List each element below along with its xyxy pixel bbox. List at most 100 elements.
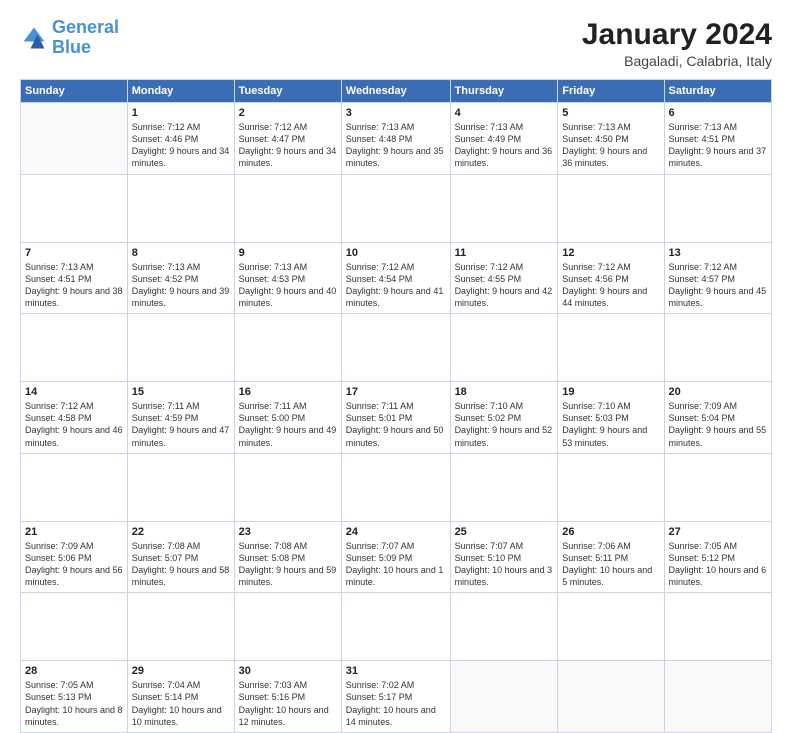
- day-info: Sunrise: 7:13 AM Sunset: 4:52 PM Dayligh…: [132, 261, 230, 310]
- day-info: Sunrise: 7:05 AM Sunset: 5:12 PM Dayligh…: [669, 540, 767, 589]
- calendar-cell: 6 Sunrise: 7:13 AM Sunset: 4:51 PM Daylig…: [664, 103, 771, 175]
- weekday-header-thursday: Thursday: [450, 80, 558, 103]
- day-number: 6: [669, 107, 767, 119]
- day-info: Sunrise: 7:13 AM Sunset: 4:48 PM Dayligh…: [346, 121, 446, 170]
- calendar-cell: 21 Sunrise: 7:09 AM Sunset: 5:06 PM Dayli…: [21, 521, 128, 593]
- calendar-cell: 16Sunrise: 7:11 AM Sunset: 5:00 PM Dayli…: [234, 382, 341, 454]
- calendar-cell: 13 Sunrise: 7:12 AM Sunset: 4:57 PM Dayli…: [664, 242, 771, 314]
- calendar-cell: 15 Sunrise: 7:11 AM Sunset: 4:59 PM Dayli…: [127, 382, 234, 454]
- day-number: 27: [669, 526, 767, 538]
- logo-icon: [20, 24, 48, 52]
- calendar-cell: 2 Sunrise: 7:12 AM Sunset: 4:47 PM Daylig…: [234, 103, 341, 175]
- day-info: Sunrise: 7:07 AM Sunset: 5:10 PM Dayligh…: [455, 540, 554, 589]
- day-number: 19: [562, 386, 659, 398]
- calendar-cell: 31 Sunrise: 7:02 AM Sunset: 5:17 PM Dayli…: [341, 661, 450, 733]
- title-block: January 2024 Bagaladi, Calabria, Italy: [582, 18, 772, 69]
- calendar-cell: 11 Sunrise: 7:12 AM Sunset: 4:55 PM Dayli…: [450, 242, 558, 314]
- day-info: Sunrise: 7:08 AM Sunset: 5:07 PM Dayligh…: [132, 540, 230, 589]
- logo-line1: General: [52, 17, 119, 37]
- day-number: 26: [562, 526, 659, 538]
- day-info: Sunrise: 7:08 AM Sunset: 5:08 PM Dayligh…: [239, 540, 337, 589]
- calendar-cell: 20 Sunrise: 7:09 AM Sunset: 5:04 PM Dayli…: [664, 382, 771, 454]
- logo-line2: Blue: [52, 37, 91, 57]
- calendar-cell: 29 Sunrise: 7:04 AM Sunset: 5:14 PM Dayli…: [127, 661, 234, 733]
- day-number: 17: [346, 386, 446, 398]
- day-number: 18: [455, 386, 554, 398]
- calendar-cell: 9 Sunrise: 7:13 AM Sunset: 4:53 PM Daylig…: [234, 242, 341, 314]
- day-number: 31: [346, 665, 446, 677]
- day-info: Sunrise: 7:06 AM Sunset: 5:11 PM Dayligh…: [562, 540, 659, 589]
- calendar-cell: 30 Sunrise: 7:03 AM Sunset: 5:16 PM Dayli…: [234, 661, 341, 733]
- day-number: 8: [132, 247, 230, 259]
- day-number: 13: [669, 247, 767, 259]
- logo: General Blue: [20, 18, 119, 58]
- day-info: Sunrise: 7:09 AM Sunset: 5:06 PM Dayligh…: [25, 540, 123, 589]
- day-info: Sunrise: 7:02 AM Sunset: 5:17 PM Dayligh…: [346, 679, 446, 728]
- calendar-cell: 27 Sunrise: 7:05 AM Sunset: 5:12 PM Dayli…: [664, 521, 771, 593]
- calendar-cell: 1 Sunrise: 7:12 AM Sunset: 4:46 PM Daylig…: [127, 103, 234, 175]
- day-info: Sunrise: 7:04 AM Sunset: 5:14 PM Dayligh…: [132, 679, 230, 728]
- day-number: 22: [132, 526, 230, 538]
- day-info: Sunrise: 7:03 AM Sunset: 5:16 PM Dayligh…: [239, 679, 337, 728]
- subtitle: Bagaladi, Calabria, Italy: [582, 53, 772, 69]
- day-number: 4: [455, 107, 554, 119]
- day-number: 21: [25, 526, 123, 538]
- calendar-cell: 23 Sunrise: 7:08 AM Sunset: 5:08 PM Dayli…: [234, 521, 341, 593]
- day-info: Sunrise: 7:12 AM Sunset: 4:46 PM Dayligh…: [132, 121, 230, 170]
- day-info: Sunrise: 7:10 AM Sunset: 5:02 PM Dayligh…: [455, 400, 554, 449]
- day-number: 15: [132, 386, 230, 398]
- day-number: 29: [132, 665, 230, 677]
- header: General Blue January 2024 Bagaladi, Cala…: [20, 18, 772, 69]
- calendar-cell: 5Sunrise: 7:13 AM Sunset: 4:50 PM Daylig…: [558, 103, 664, 175]
- calendar-cell: 10 Sunrise: 7:12 AM Sunset: 4:54 PM Dayli…: [341, 242, 450, 314]
- day-info: Sunrise: 7:13 AM Sunset: 4:53 PM Dayligh…: [239, 261, 337, 310]
- day-number: 7: [25, 247, 123, 259]
- day-info: Sunrise: 7:11 AM Sunset: 5:00 PM Dayligh…: [239, 400, 337, 449]
- day-number: 2: [239, 107, 337, 119]
- day-info: Sunrise: 7:11 AM Sunset: 4:59 PM Dayligh…: [132, 400, 230, 449]
- day-info: Sunrise: 7:12 AM Sunset: 4:54 PM Dayligh…: [346, 261, 446, 310]
- day-number: 9: [239, 247, 337, 259]
- day-info: Sunrise: 7:09 AM Sunset: 5:04 PM Dayligh…: [669, 400, 767, 449]
- calendar-table: SundayMondayTuesdayWednesdayThursdayFrid…: [20, 79, 772, 733]
- calendar-cell: 14 Sunrise: 7:12 AM Sunset: 4:58 PM Dayli…: [21, 382, 128, 454]
- calendar-cell: 4Sunrise: 7:13 AM Sunset: 4:49 PM Daylig…: [450, 103, 558, 175]
- day-number: 30: [239, 665, 337, 677]
- calendar-cell: [558, 661, 664, 733]
- day-info: Sunrise: 7:11 AM Sunset: 5:01 PM Dayligh…: [346, 400, 446, 449]
- calendar-cell: 17 Sunrise: 7:11 AM Sunset: 5:01 PM Dayli…: [341, 382, 450, 454]
- day-info: Sunrise: 7:07 AM Sunset: 5:09 PM Dayligh…: [346, 540, 446, 589]
- weekday-header-friday: Friday: [558, 80, 664, 103]
- day-number: 3: [346, 107, 446, 119]
- calendar-cell: 12 Sunrise: 7:12 AM Sunset: 4:56 PM Dayli…: [558, 242, 664, 314]
- page: General Blue January 2024 Bagaladi, Cala…: [0, 0, 792, 612]
- weekday-header-sunday: Sunday: [21, 80, 128, 103]
- calendar-cell: 3 Sunrise: 7:13 AM Sunset: 4:48 PM Daylig…: [341, 103, 450, 175]
- day-info: Sunrise: 7:10 AM Sunset: 5:03 PM Dayligh…: [562, 400, 659, 449]
- day-number: 23: [239, 526, 337, 538]
- day-number: 14: [25, 386, 123, 398]
- day-info: Sunrise: 7:12 AM Sunset: 4:58 PM Dayligh…: [25, 400, 123, 449]
- day-number: 20: [669, 386, 767, 398]
- day-info: Sunrise: 7:12 AM Sunset: 4:47 PM Dayligh…: [239, 121, 337, 170]
- day-number: 1: [132, 107, 230, 119]
- day-info: Sunrise: 7:13 AM Sunset: 4:51 PM Dayligh…: [669, 121, 767, 170]
- day-number: 25: [455, 526, 554, 538]
- calendar-cell: 28 Sunrise: 7:05 AM Sunset: 5:13 PM Dayli…: [21, 661, 128, 733]
- day-info: Sunrise: 7:12 AM Sunset: 4:56 PM Dayligh…: [562, 261, 659, 310]
- main-title: January 2024: [582, 18, 772, 51]
- day-number: 10: [346, 247, 446, 259]
- day-number: 28: [25, 665, 123, 677]
- day-number: 11: [455, 247, 554, 259]
- calendar-cell: [450, 661, 558, 733]
- day-number: 24: [346, 526, 446, 538]
- weekday-header-tuesday: Tuesday: [234, 80, 341, 103]
- weekday-header-saturday: Saturday: [664, 80, 771, 103]
- day-info: Sunrise: 7:05 AM Sunset: 5:13 PM Dayligh…: [25, 679, 123, 728]
- calendar-cell: 25 Sunrise: 7:07 AM Sunset: 5:10 PM Dayli…: [450, 521, 558, 593]
- day-number: 12: [562, 247, 659, 259]
- day-info: Sunrise: 7:12 AM Sunset: 4:55 PM Dayligh…: [455, 261, 554, 310]
- calendar-cell: 7Sunrise: 7:13 AM Sunset: 4:51 PM Daylig…: [21, 242, 128, 314]
- day-info: Sunrise: 7:12 AM Sunset: 4:57 PM Dayligh…: [669, 261, 767, 310]
- day-info: Sunrise: 7:13 AM Sunset: 4:50 PM Dayligh…: [562, 121, 659, 170]
